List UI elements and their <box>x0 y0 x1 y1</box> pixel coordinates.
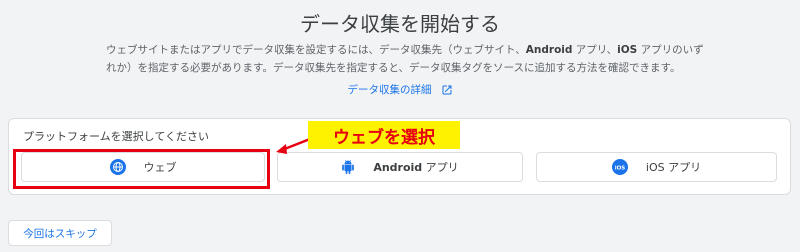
ios-platform-button[interactable]: iOS iOS アプリ <box>536 152 777 182</box>
details-link-label[interactable]: データ収集の詳細 <box>348 82 432 97</box>
page-title: データ収集を開始する <box>300 12 500 36</box>
external-link-icon <box>442 85 451 94</box>
android-label-bold: Android <box>373 161 423 174</box>
description-ios: iOS <box>617 44 638 56</box>
description-text: アプリのいず <box>637 44 704 56</box>
callout-arrow-icon <box>276 137 311 154</box>
description-android: Android <box>525 44 573 56</box>
description-line-1: ウェブサイトまたはアプリでデータ収集を設定するには、データ収集先（ウェブサイト、… <box>106 41 706 59</box>
description-line-2: れか）を指定する必要があります。データ収集先を指定すると、データ収集タグをソース… <box>106 62 681 74</box>
android-label-rest: アプリ <box>422 161 459 174</box>
ios-label-rest: アプリ <box>664 161 702 174</box>
ios-icon: iOS <box>611 159 628 175</box>
platform-panel-label: プラットフォームを選択してください <box>23 130 210 143</box>
ios-label-prefix: iOS <box>645 161 665 174</box>
data-collection-details-link[interactable]: データ収集の詳細 <box>0 82 800 97</box>
android-platform-button[interactable]: Android アプリ <box>277 152 523 182</box>
description: ウェブサイトまたはアプリでデータ収集を設定するには、データ収集先（ウェブサイト、… <box>106 41 706 77</box>
android-icon <box>342 160 355 174</box>
globe-icon <box>109 159 126 175</box>
ios-platform-label[interactable]: iOS アプリ <box>646 159 701 175</box>
description-text: ウェブサイトまたはアプリでデータ収集を設定するには、データ収集先（ウェブサイト、 <box>106 44 526 56</box>
skip-button[interactable]: 今回はスキップ <box>8 220 112 246</box>
web-platform-label[interactable]: ウェブ <box>144 159 177 175</box>
svg-text:iOS: iOS <box>615 166 626 172</box>
select-web-callout: ウェブを選択 <box>308 121 460 149</box>
description-text: アプリ、 <box>572 44 618 56</box>
android-platform-label[interactable]: Android アプリ <box>373 159 458 175</box>
web-platform-button[interactable]: ウェブ <box>21 152 265 182</box>
